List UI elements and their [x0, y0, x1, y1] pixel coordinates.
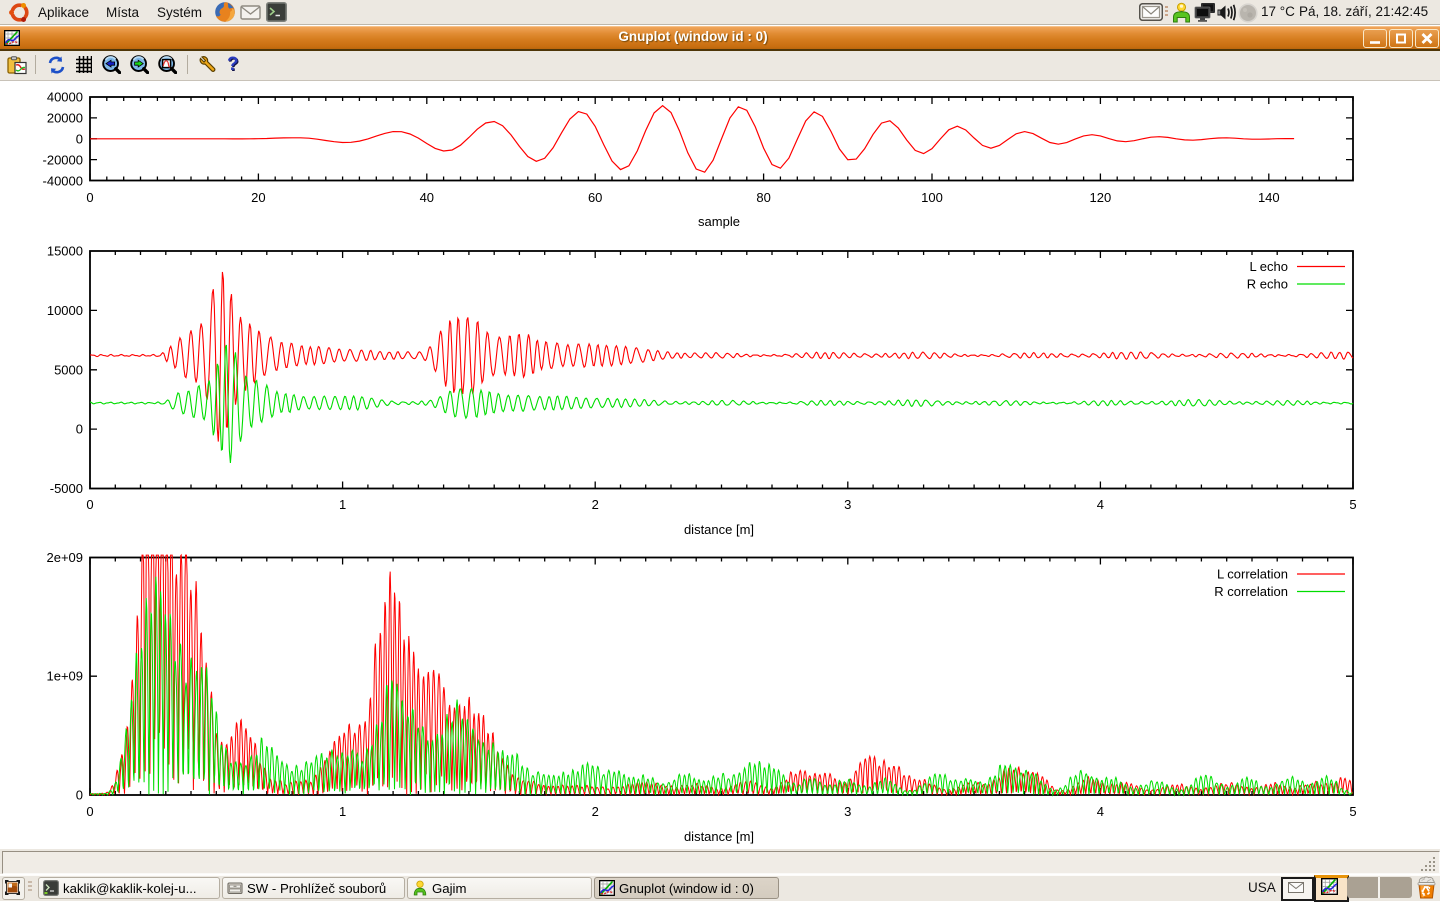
svg-text:distance [m]: distance [m]	[684, 522, 754, 537]
svg-text:3: 3	[844, 497, 851, 512]
svg-text:40: 40	[420, 190, 434, 205]
svg-text:100: 100	[921, 190, 943, 205]
svg-text:0: 0	[86, 804, 93, 819]
svg-text:10000: 10000	[47, 303, 83, 318]
svg-text:0: 0	[86, 190, 93, 205]
svg-text:sample: sample	[698, 214, 740, 229]
svg-text:-40000: -40000	[43, 174, 83, 189]
svg-text:40000: 40000	[47, 90, 83, 105]
svg-text:-5000: -5000	[50, 481, 83, 496]
svg-text:20: 20	[251, 190, 265, 205]
svg-text:0: 0	[86, 497, 93, 512]
svg-text:2e+09: 2e+09	[46, 550, 83, 565]
svg-text:2: 2	[592, 497, 599, 512]
svg-text:L correlation: L correlation	[1217, 567, 1288, 582]
svg-text:distance [m]: distance [m]	[684, 829, 754, 844]
svg-text:60: 60	[588, 190, 602, 205]
svg-text:4: 4	[1097, 804, 1104, 819]
svg-text:L echo: L echo	[1249, 259, 1288, 274]
svg-text:0: 0	[76, 132, 83, 147]
svg-text:4: 4	[1097, 497, 1104, 512]
svg-text:1e+09: 1e+09	[46, 669, 83, 684]
svg-text:0: 0	[76, 788, 83, 803]
svg-text:5: 5	[1349, 497, 1356, 512]
svg-text:120: 120	[1090, 190, 1112, 205]
svg-text:5000: 5000	[54, 362, 83, 377]
svg-text:1: 1	[339, 497, 346, 512]
svg-text:80: 80	[756, 190, 770, 205]
svg-text:1: 1	[339, 804, 346, 819]
svg-text:R echo: R echo	[1247, 277, 1288, 292]
svg-text:2: 2	[592, 804, 599, 819]
svg-text:-20000: -20000	[43, 153, 83, 168]
svg-text:5: 5	[1349, 804, 1356, 819]
svg-text:20000: 20000	[47, 111, 83, 126]
svg-text:R correlation: R correlation	[1214, 584, 1288, 599]
svg-text:140: 140	[1258, 190, 1280, 205]
svg-text:0: 0	[76, 422, 83, 437]
svg-text:15000: 15000	[47, 244, 83, 259]
svg-text:3: 3	[844, 804, 851, 819]
